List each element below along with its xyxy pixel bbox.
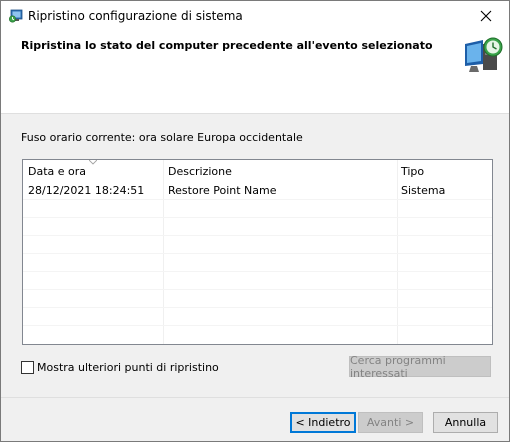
title-bar: Ripristino configurazione di sistema [1,1,509,31]
column-header-type[interactable]: Tipo [401,165,424,178]
table-row[interactable]: 28/12/2021 18:24:51 Restore Point Name S… [23,181,492,199]
system-restore-window: Ripristino configurazione di sistema Rip… [0,0,510,442]
sort-ascending-icon [89,160,97,165]
row-divider [23,253,492,254]
footer-divider [1,397,509,398]
row-divider [23,235,492,236]
more-restore-points-label: Mostra ulteriori punti di ripristino [37,360,219,374]
system-restore-monitor-icon [465,37,503,72]
row-divider [23,307,492,308]
scan-affected-programs-button[interactable]: Cerca programmi interessati [349,354,491,380]
row-description: Restore Point Name [168,184,277,197]
window-title: Ripristino configurazione di sistema [28,9,243,23]
timezone-label: Fuso orario corrente: ora solare Europa … [21,131,303,144]
row-date: 28/12/2021 18:24:51 [28,184,145,197]
restore-points-table[interactable]: Data e ora Descrizione Tipo 28/12/2021 1… [22,159,493,345]
row-type: Sistema [401,184,446,197]
table-header: Data e ora Descrizione Tipo [23,160,492,181]
cancel-button[interactable]: Annulla [433,412,498,433]
row-divider [23,289,492,290]
column-header-description[interactable]: Descrizione [168,165,232,178]
back-button[interactable]: < Indietro [290,412,356,433]
next-button[interactable]: Avanti > [358,412,423,433]
wizard-header: Ripristina lo stato del computer precede… [1,31,509,114]
row-divider [23,199,492,200]
more-restore-points-checkbox[interactable] [21,360,34,374]
close-button[interactable] [463,1,509,31]
row-divider [23,217,492,218]
column-header-date[interactable]: Data e ora [28,165,86,178]
header-title: Ripristina lo stato del computer precede… [21,39,433,52]
system-restore-icon [8,9,23,23]
row-divider [23,325,492,326]
more-restore-points-option[interactable]: Mostra ulteriori punti di ripristino [21,359,219,375]
row-divider [23,271,492,272]
close-icon [480,10,492,22]
